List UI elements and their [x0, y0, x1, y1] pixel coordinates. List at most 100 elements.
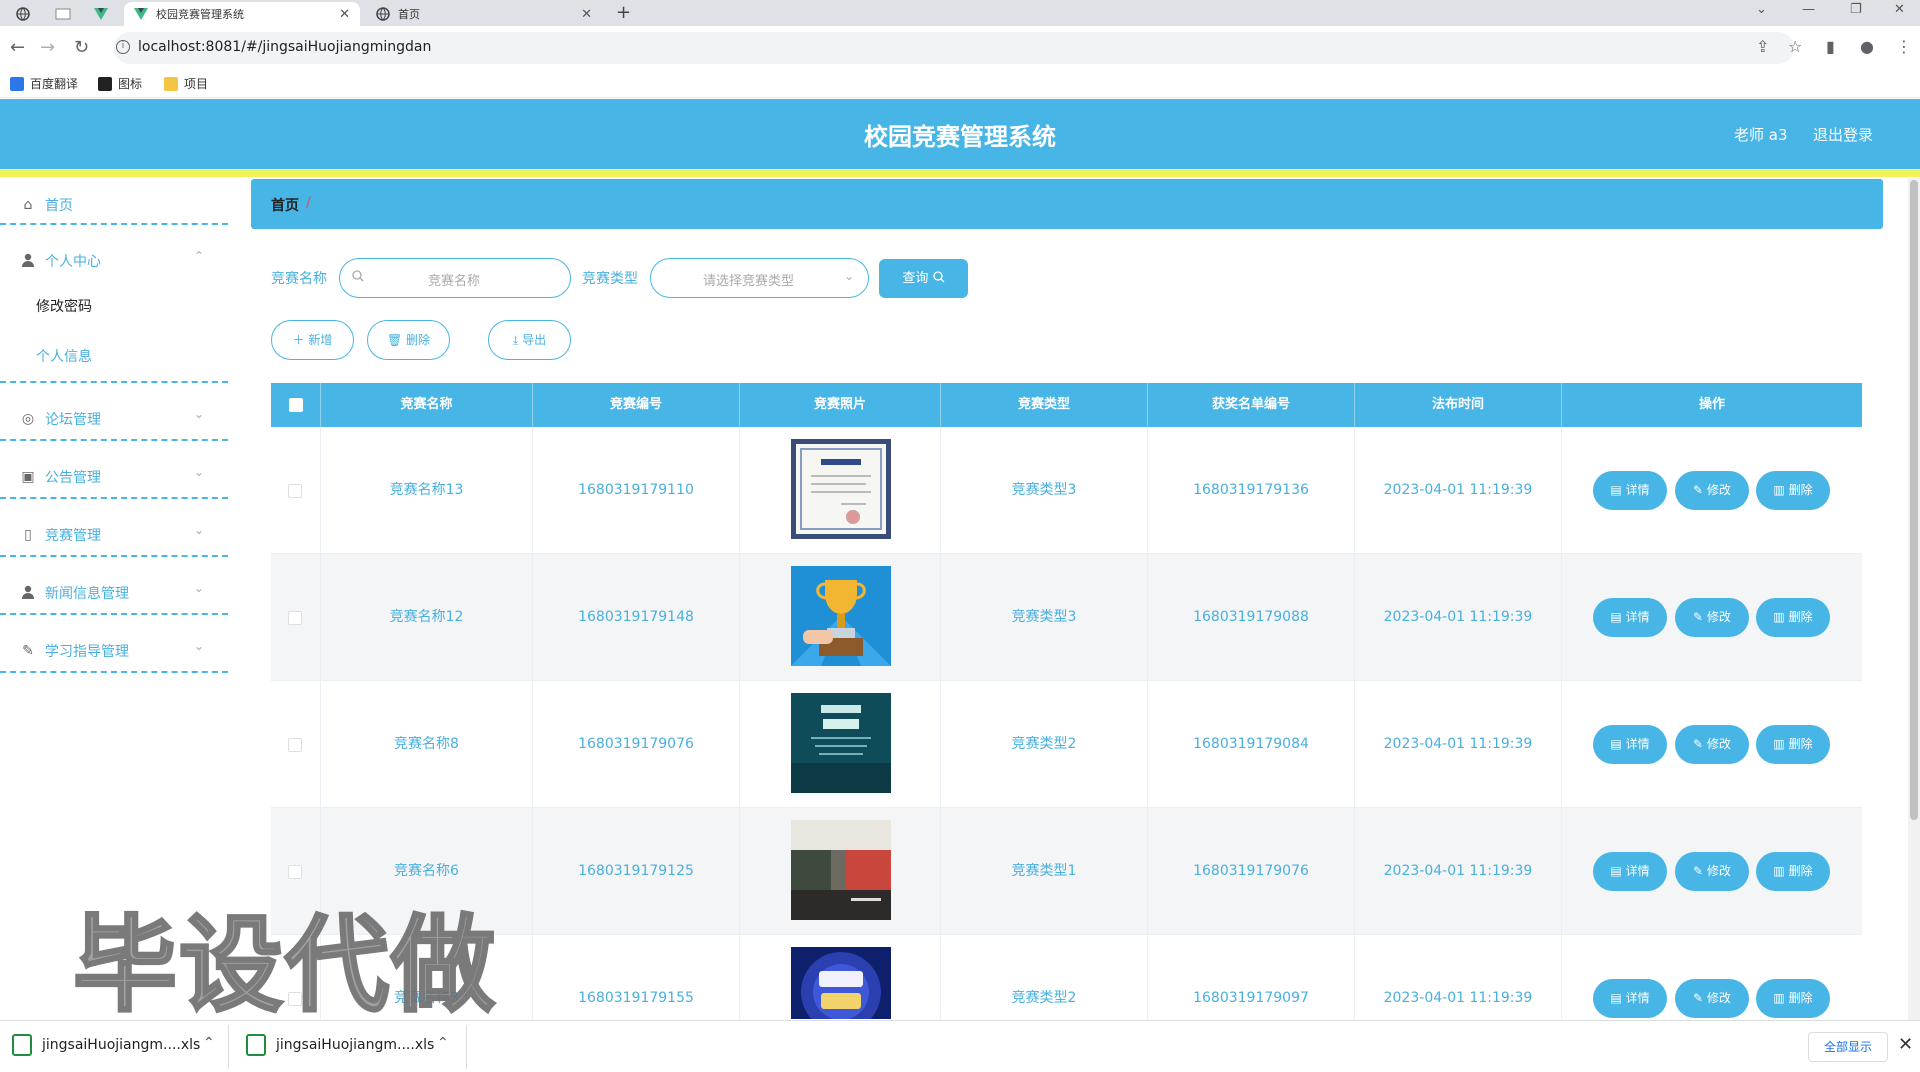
pencil-icon: ✎: [1693, 991, 1707, 1005]
bookmark-project-folder[interactable]: 项目: [164, 75, 208, 92]
cell-name: 竞赛名称8: [321, 681, 533, 808]
select-placeholder: 请选择竞赛类型: [703, 274, 795, 289]
logout-button[interactable]: 退出登录: [1813, 124, 1873, 145]
row-delete-button[interactable]: ▥ 删除: [1756, 979, 1830, 1018]
pinned-tab-blank-icon[interactable]: [48, 3, 78, 25]
breadcrumb-home[interactable]: 首页: [271, 195, 299, 215]
download-item[interactable]: jingsaiHuojiangm....xls: [12, 1034, 200, 1056]
detail-button[interactable]: ▤ 详情: [1593, 725, 1667, 764]
window-close-icon[interactable]: ✕: [1894, 2, 1905, 17]
profile-avatar-icon[interactable]: ●: [1860, 37, 1874, 56]
export-button[interactable]: ⤓ 导出: [488, 320, 571, 360]
competition-name-input[interactable]: 竞赛名称: [339, 258, 571, 298]
tab-search-chevron-icon[interactable]: ⌄: [1756, 2, 1767, 17]
competition-photo-hall[interactable]: [791, 820, 891, 920]
cell-award-no: 1680319179097: [1148, 935, 1355, 1019]
home-icon: ⌂: [23, 197, 33, 213]
column-header[interactable]: 获奖名单编号: [1148, 383, 1355, 427]
restore-icon[interactable]: ❐: [1850, 2, 1862, 17]
row-check-cell: [271, 554, 321, 681]
competition-photo-certificate[interactable]: [791, 439, 891, 539]
cell-time: 2023-04-01 11:19:39: [1355, 808, 1562, 935]
sidebar-subitem-profile[interactable]: 个人信息: [36, 346, 92, 366]
column-header[interactable]: 法布时间: [1355, 383, 1562, 427]
detail-button[interactable]: ▤ 详情: [1593, 471, 1667, 510]
sidebar-item-label: 新闻信息管理: [45, 586, 129, 602]
column-header[interactable]: 竞赛名称: [321, 383, 533, 427]
url-text: localhost:8081/#/jingsaiHuojiangmingdan: [138, 39, 432, 55]
column-header[interactable]: 竞赛类型: [941, 383, 1148, 427]
detail-button-label: 详情: [1625, 991, 1650, 1005]
forward-arrow-icon[interactable]: →: [40, 37, 55, 58]
notice-icon: ▣: [21, 469, 35, 485]
row-delete-button[interactable]: ▥ 删除: [1756, 598, 1830, 637]
document-icon: ▤: [1610, 610, 1626, 624]
show-all-downloads-button[interactable]: 全部显示: [1808, 1032, 1888, 1062]
competition-photo-knowledge[interactable]: [791, 947, 891, 1019]
delete-button[interactable]: 🗑 删除: [367, 320, 450, 360]
tab-close-icon[interactable]: ✕: [339, 7, 350, 22]
tab-app[interactable]: 校园竞赛管理系统 ✕: [124, 2, 360, 26]
competition-photo-trophy[interactable]: [791, 566, 891, 666]
row-checkbox[interactable]: [288, 611, 302, 625]
detail-button-label: 详情: [1625, 610, 1650, 624]
sidebar-item-label: 竞赛管理: [45, 528, 101, 544]
reload-icon[interactable]: ↻: [74, 37, 89, 58]
edit-button[interactable]: ✎ 修改: [1675, 471, 1749, 510]
kebab-menu-icon[interactable]: ⋮: [1896, 37, 1912, 56]
row-checkbox[interactable]: [288, 738, 302, 752]
export-button-label: 导出: [522, 333, 547, 347]
back-arrow-icon[interactable]: ←: [10, 37, 25, 58]
pinned-tab-globe-icon[interactable]: [8, 3, 38, 25]
select-all-checkbox[interactable]: [289, 398, 303, 412]
competition-photo-poster[interactable]: [791, 693, 891, 793]
delete-button-label: 删除: [1788, 991, 1813, 1005]
row-delete-button[interactable]: ▥ 删除: [1756, 471, 1830, 510]
tab-close-icon[interactable]: ✕: [581, 7, 592, 22]
row-delete-button[interactable]: ▥ 删除: [1756, 725, 1830, 764]
download-chevron-up-icon[interactable]: ⌃: [437, 1035, 449, 1051]
side-panel-icon[interactable]: ▮: [1826, 37, 1835, 56]
download-item[interactable]: jingsaiHuojiangm....xls: [246, 1034, 434, 1056]
edit-button[interactable]: ✎ 修改: [1675, 725, 1749, 764]
tab-home[interactable]: 首页 ✕: [366, 2, 602, 26]
new-tab-plus-icon[interactable]: +: [616, 2, 631, 23]
edit-button[interactable]: ✎ 修改: [1675, 852, 1749, 891]
share-icon[interactable]: ⇪: [1756, 37, 1769, 56]
url-bar[interactable]: i localhost:8081/#/jingsaiHuojiangmingda…: [114, 32, 1794, 64]
table-row: 竞赛名称8 1680319179076 竞赛类型2 1680319179084 …: [271, 681, 1862, 808]
sidebar-item-personal-center[interactable]: 个人中心 ⌃: [0, 233, 228, 289]
bookmark-baidu-translate[interactable]: 百度翻译: [10, 75, 78, 92]
row-checkbox[interactable]: [288, 484, 302, 498]
detail-button[interactable]: ▤ 详情: [1593, 979, 1667, 1018]
close-download-bar-icon[interactable]: ✕: [1898, 1034, 1913, 1055]
study-icon: ✎: [22, 643, 34, 659]
row-checkbox[interactable]: [288, 865, 302, 879]
minimize-icon[interactable]: —: [1802, 2, 1815, 17]
table-header: 竞赛名称 竞赛编号 竞赛照片 竞赛类型 获奖名单编号 法布时间 操作: [271, 383, 1862, 427]
pinned-tab-vue-icon[interactable]: [86, 3, 116, 25]
page-scrollbar-thumb[interactable]: [1910, 180, 1918, 820]
edit-button[interactable]: ✎ 修改: [1675, 598, 1749, 637]
column-header[interactable]: 竞赛编号: [533, 383, 740, 427]
cell-time: 2023-04-01 11:19:39: [1355, 935, 1562, 1019]
bookmark-icons[interactable]: 图标: [98, 75, 142, 92]
detail-button[interactable]: ▤ 详情: [1593, 852, 1667, 891]
cell-type: 竞赛类型1: [941, 808, 1148, 935]
trash-icon: 🗑: [386, 333, 403, 347]
column-header[interactable]: 竞赛照片: [740, 383, 941, 427]
bookmark-star-icon[interactable]: ☆: [1788, 37, 1802, 56]
download-chevron-up-icon[interactable]: ⌃: [203, 1035, 215, 1051]
edit-button[interactable]: ✎ 修改: [1675, 979, 1749, 1018]
pencil-icon: ✎: [1693, 483, 1707, 497]
row-delete-button[interactable]: ▥ 删除: [1756, 852, 1830, 891]
add-button[interactable]: ＋ 新增: [271, 320, 354, 360]
query-button[interactable]: 查询: [879, 259, 968, 298]
cell-award-no: 1680319179088: [1148, 554, 1355, 681]
sidebar-subitem-change-password[interactable]: 修改密码: [36, 296, 92, 316]
site-info-icon[interactable]: i: [116, 40, 130, 54]
detail-button[interactable]: ▤ 详情: [1593, 598, 1667, 637]
document-icon: ▤: [1610, 737, 1626, 751]
competition-type-select[interactable]: 请选择竞赛类型 ⌄: [650, 258, 869, 298]
row-check-cell: [271, 427, 321, 554]
